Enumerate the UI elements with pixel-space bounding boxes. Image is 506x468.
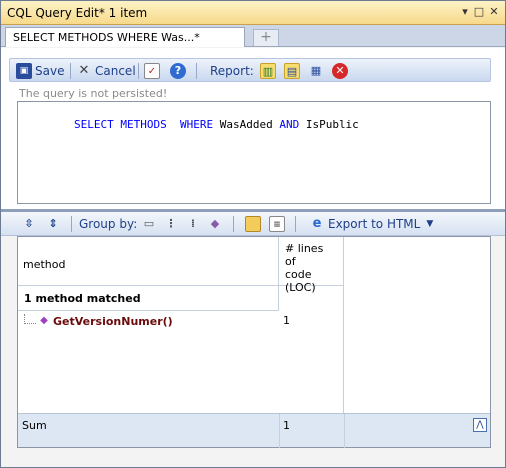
collapse-all-button[interactable]: ⇕ bbox=[45, 215, 61, 233]
identifier-ispublic: IsPublic bbox=[299, 118, 359, 131]
group-assembly-button[interactable]: ▭ bbox=[141, 215, 157, 233]
title-bar: CQL Query Edit* 1 item ▾ □ ✕ bbox=[1, 1, 505, 25]
keyword-and: AND bbox=[279, 118, 300, 131]
collapse-up-icon[interactable]: ⋀ bbox=[473, 418, 487, 432]
public-method-icon: ◆ bbox=[40, 315, 48, 326]
cancel-icon: ✕ bbox=[78, 63, 90, 78]
sum-divider bbox=[344, 414, 345, 448]
expand-all-button[interactable]: ⇳ bbox=[21, 215, 37, 233]
results-toolbar: ⇳ ⇕ Group by: ▭ ⋮ ⁞ ◆ ≡ e Export to HTML bbox=[1, 212, 505, 236]
sum-row: Sum 1 ⋀ bbox=[18, 413, 490, 448]
sum-label: Sum bbox=[22, 419, 47, 432]
document-check-icon: ✓ bbox=[144, 63, 160, 79]
report-chart-button[interactable]: ▥ bbox=[260, 62, 276, 80]
member-icon: ◆ bbox=[210, 217, 220, 230]
tree-connector bbox=[24, 314, 36, 324]
assembly-icon: ▭ bbox=[143, 217, 155, 230]
query-space bbox=[167, 118, 180, 131]
group-namespace-button[interactable]: ⋮ bbox=[163, 215, 179, 233]
file-icon: ≡ bbox=[269, 216, 285, 232]
query-text: SELECT METHODS WHERE WasAdded AND IsPubl… bbox=[21, 105, 359, 144]
report-list-button[interactable]: ▦ bbox=[308, 62, 324, 80]
bar-chart-icon: ▥ bbox=[260, 63, 276, 79]
internet-explorer-icon: e bbox=[312, 216, 322, 231]
persist-warning: The query is not persisted! bbox=[19, 87, 168, 100]
help-button[interactable]: ? bbox=[170, 62, 186, 80]
table-report-icon: ▤ bbox=[284, 63, 300, 79]
sum-value: 1 bbox=[283, 419, 290, 432]
toolbar-separator bbox=[233, 216, 234, 232]
export-label: Export to HTML bbox=[328, 217, 421, 231]
column-header-method[interactable]: method bbox=[18, 237, 279, 286]
query-panel: ▣ Save ✕ Cancel ✓ ? Report: ▥ ▤ ▦ ✕ The … bbox=[1, 48, 505, 209]
maximize-button[interactable]: □ bbox=[473, 6, 485, 18]
keyword-methods: METHODS bbox=[120, 118, 167, 131]
type-icon: ⁞ bbox=[190, 217, 196, 230]
toolbar-separator bbox=[138, 63, 139, 79]
keyword-where: WHERE bbox=[179, 118, 214, 131]
folder-icon bbox=[245, 216, 261, 232]
toolbar-separator bbox=[71, 216, 72, 232]
toolbar-separator bbox=[196, 63, 197, 79]
results-grid: method # lines of code (LOC) 1 method ma… bbox=[17, 236, 491, 448]
report-table-button[interactable]: ▤ bbox=[284, 62, 300, 80]
group-by-label: Group by: bbox=[79, 217, 138, 231]
toolbar-separator bbox=[70, 63, 71, 79]
method-loc-value: 1 bbox=[283, 314, 290, 327]
export-html-button[interactable]: e Export to HTML ▼ bbox=[309, 215, 434, 233]
group-file-button[interactable]: ≡ bbox=[269, 215, 285, 233]
tab-query[interactable]: SELECT METHODS WHERE Was...* bbox=[5, 27, 245, 47]
query-editor[interactable]: SELECT METHODS WHERE WasAdded AND IsPubl… bbox=[17, 101, 491, 204]
list-report-icon: ▦ bbox=[310, 64, 322, 77]
column-header-loc-line: code bbox=[285, 268, 312, 281]
group-member-button[interactable]: ◆ bbox=[207, 215, 223, 233]
column-header-loc[interactable]: # lines of code (LOC) bbox=[279, 237, 344, 294]
cancel-button[interactable]: ✕ Cancel bbox=[76, 62, 136, 80]
check-syntax-button[interactable]: ✓ bbox=[144, 62, 160, 80]
cancel-label: Cancel bbox=[95, 64, 136, 78]
table-row[interactable]: ◆ GetVersionNumer() bbox=[18, 311, 279, 331]
keyword-select: SELECT bbox=[73, 118, 114, 131]
report-label: Report: bbox=[210, 64, 254, 78]
save-button[interactable]: ▣ Save bbox=[16, 62, 64, 80]
stop-icon: ✕ bbox=[332, 63, 348, 79]
query-edit-window: CQL Query Edit* 1 item ▾ □ ✕ SELECT METH… bbox=[0, 0, 506, 468]
save-icon: ▣ bbox=[16, 63, 32, 79]
window-title: CQL Query Edit* 1 item bbox=[7, 6, 148, 20]
group-type-button[interactable]: ⁞ bbox=[185, 215, 201, 233]
group-folder-button[interactable] bbox=[245, 215, 261, 233]
help-icon: ? bbox=[170, 63, 186, 79]
window-dropdown-button[interactable]: ▾ bbox=[459, 6, 471, 18]
save-label: Save bbox=[35, 64, 65, 78]
collapse-all-icon: ⇕ bbox=[48, 217, 58, 230]
close-button[interactable]: ✕ bbox=[488, 6, 500, 18]
dropdown-arrow-icon: ▼ bbox=[426, 219, 434, 229]
new-tab-button[interactable]: + bbox=[253, 29, 279, 46]
namespace-tree-icon: ⋮ bbox=[165, 217, 177, 230]
document-tab-strip: SELECT METHODS WHERE Was...* + bbox=[1, 25, 505, 47]
column-header-loc-line: # lines of bbox=[285, 242, 324, 268]
method-name: GetVersionNumer() bbox=[53, 314, 173, 328]
toolbar-separator bbox=[295, 216, 296, 232]
sum-divider bbox=[279, 414, 280, 448]
group-header-row[interactable]: 1 method matched bbox=[18, 286, 279, 311]
expand-all-icon: ⇳ bbox=[24, 217, 34, 230]
query-toolbar: ▣ Save ✕ Cancel ✓ ? Report: ▥ ▤ ▦ ✕ bbox=[9, 58, 491, 82]
stop-report-button[interactable]: ✕ bbox=[332, 62, 348, 80]
loc-column-body bbox=[279, 286, 344, 413]
identifier-wasadded: WasAdded bbox=[213, 118, 280, 131]
